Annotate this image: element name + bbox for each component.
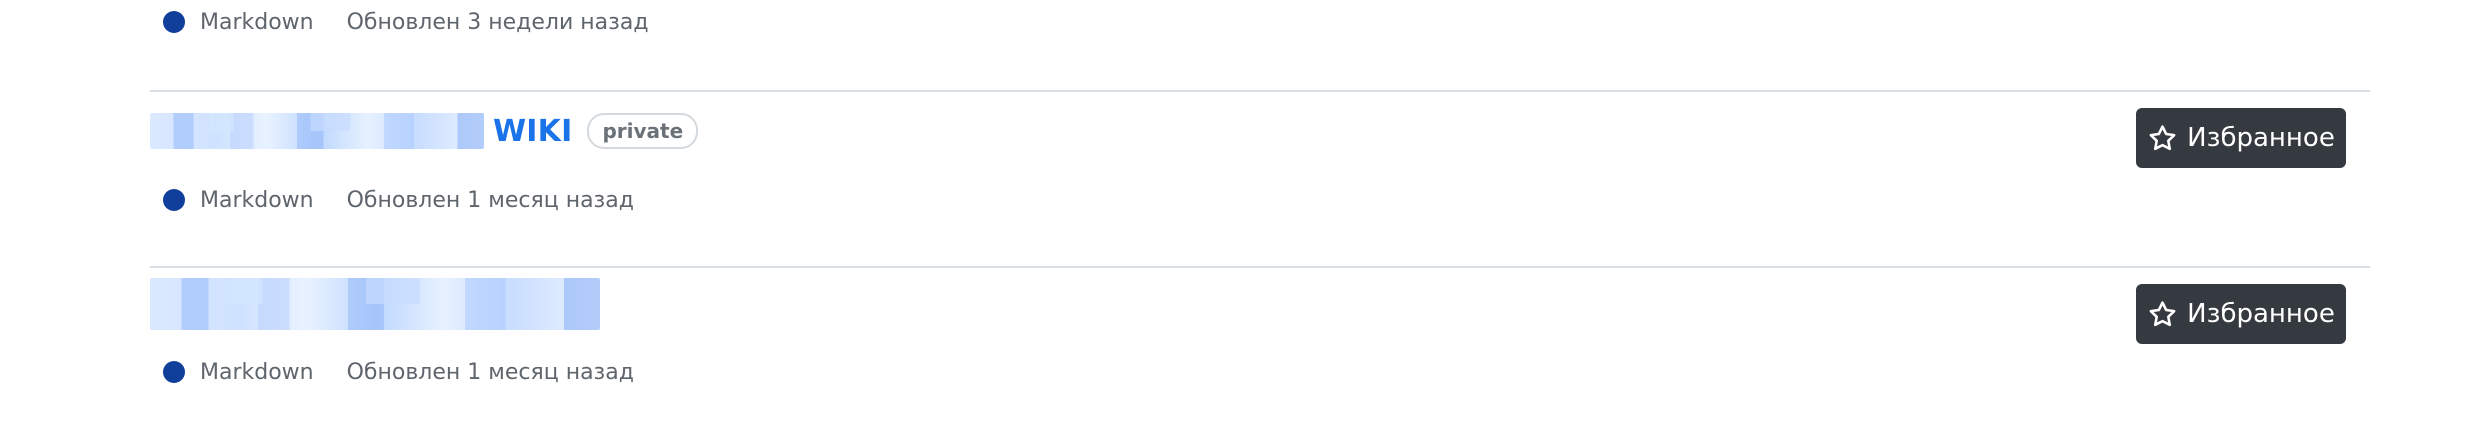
repo-language: Markdown — [200, 187, 314, 213]
star-button[interactable]: Избранное — [2136, 108, 2346, 168]
row-divider — [150, 90, 2370, 92]
visibility-badge: private — [587, 113, 699, 149]
redacted-repo-name[interactable] — [150, 278, 600, 330]
repository-list: Markdown Обновлен 3 недели назад WIKI pr… — [150, 0, 2370, 433]
redacted-repo-name[interactable] — [150, 113, 484, 149]
repo-meta-2: Markdown Обновлен 1 месяц назад — [150, 185, 634, 215]
star-button-label: Избранное — [2187, 123, 2335, 153]
language-color-icon — [163, 361, 185, 383]
repo-title-row-3 — [150, 278, 600, 330]
star-button[interactable]: Избранное — [2136, 284, 2346, 344]
repo-meta-3: Markdown Обновлен 1 месяц назад — [150, 357, 634, 387]
language-color-icon — [163, 11, 185, 33]
repo-updated: Обновлен 1 месяц назад — [346, 187, 634, 213]
repo-updated: Обновлен 1 месяц назад — [346, 359, 634, 385]
star-outline-icon — [2147, 299, 2178, 330]
repo-title-row-2: WIKI private — [150, 111, 699, 151]
repo-updated: Обновлен 3 недели назад — [346, 9, 649, 35]
language-color-icon — [163, 189, 185, 211]
repo-name-link[interactable]: WIKI — [493, 114, 572, 149]
row-divider — [150, 266, 2370, 268]
repo-language: Markdown — [200, 9, 314, 35]
repo-meta-1: Markdown Обновлен 3 недели назад — [150, 7, 649, 37]
star-button-label: Избранное — [2187, 299, 2335, 329]
star-outline-icon — [2147, 123, 2178, 154]
repo-language: Markdown — [200, 359, 314, 385]
